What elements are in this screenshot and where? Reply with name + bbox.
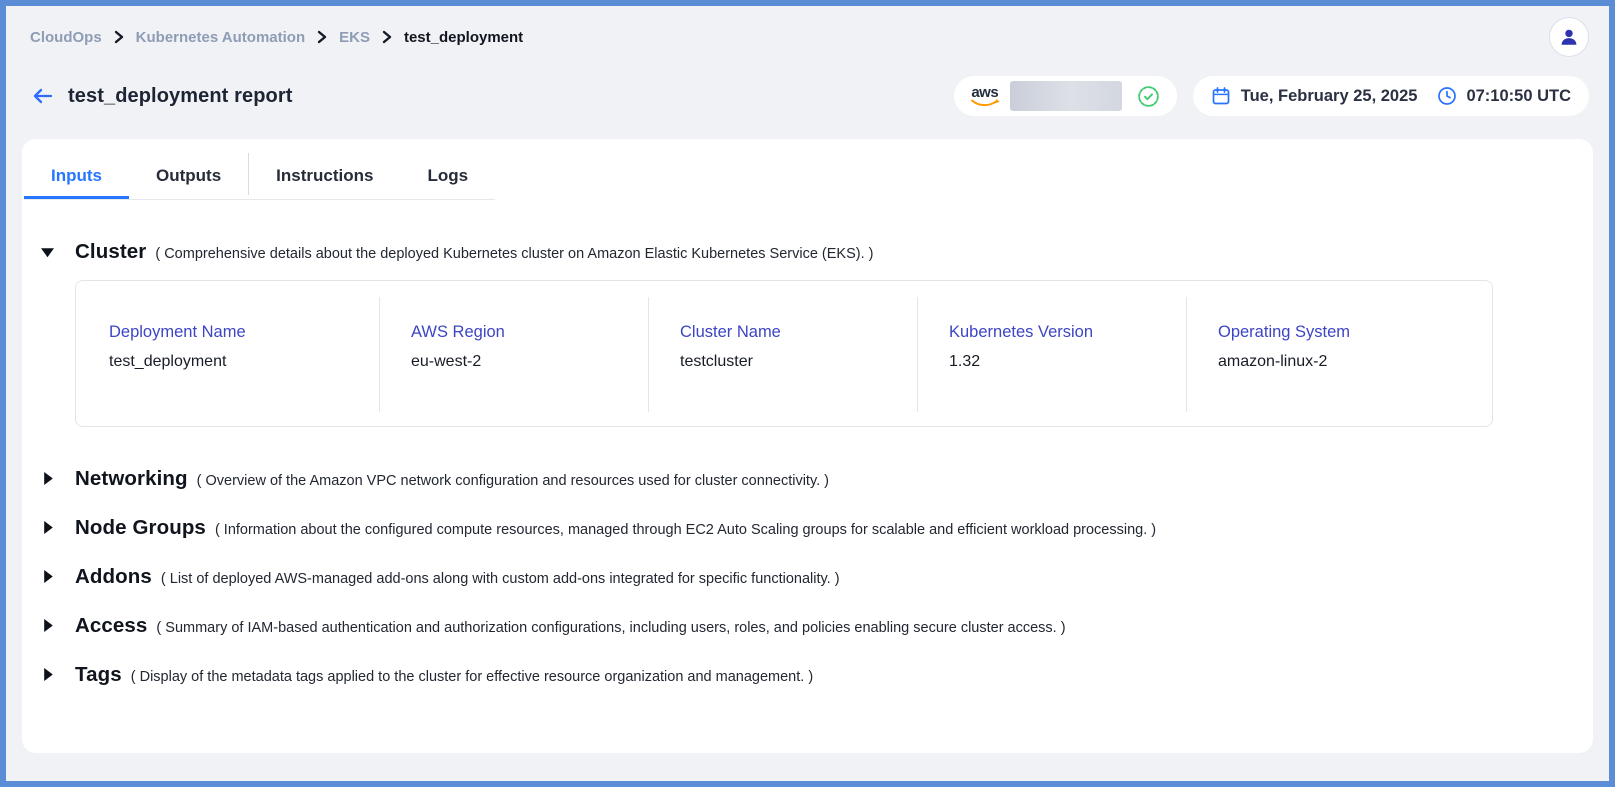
section-title: Tags	[75, 663, 122, 687]
tab-bar: Inputs Outputs Instructions Logs	[24, 149, 495, 200]
report-header: test_deployment report aws	[6, 76, 1609, 116]
collapsed-sections: Networking ( Overview of the Amazon VPC …	[40, 454, 1593, 699]
user-avatar[interactable]	[1549, 17, 1589, 57]
caret-right-icon[interactable]	[40, 569, 55, 584]
section-row-node-groups: Node Groups ( Information about the conf…	[40, 503, 1593, 552]
breadcrumb-item-eks[interactable]: EKS	[339, 29, 370, 46]
account-id-redacted	[1010, 81, 1122, 111]
caret-down-icon[interactable]	[40, 247, 55, 258]
caret-right-icon[interactable]	[40, 618, 55, 633]
tab-inputs[interactable]: Inputs	[24, 149, 129, 199]
field-label: AWS Region	[411, 323, 648, 342]
section-header-cluster[interactable]: Cluster ( Comprehensive details about th…	[40, 240, 1593, 264]
clock-icon	[1437, 86, 1457, 106]
tab-instructions[interactable]: Instructions	[249, 149, 400, 199]
section-header-tags[interactable]: Tags ( Display of the metadata tags appl…	[40, 663, 1593, 687]
app-window: CloudOps Kubernetes Automation EKS test_…	[0, 0, 1615, 787]
field-value: testcluster	[680, 353, 917, 371]
section-header-networking[interactable]: Networking ( Overview of the Amazon VPC …	[40, 467, 1593, 491]
section-row-networking: Networking ( Overview of the Amazon VPC …	[40, 454, 1593, 503]
section-row-access: Access ( Summary of IAM-based authentica…	[40, 601, 1593, 650]
section-row-tags: Tags ( Display of the metadata tags appl…	[40, 650, 1593, 699]
caret-right-icon[interactable]	[40, 667, 55, 682]
datetime-badge: Tue, February 25, 2025 07:10:50 UTC	[1193, 76, 1589, 116]
top-bar: CloudOps Kubernetes Automation EKS test_…	[6, 6, 1609, 58]
section-description: ( Information about the configured compu…	[215, 522, 1156, 538]
section-title: Addons	[75, 565, 152, 589]
breadcrumb-item-cloudops[interactable]: CloudOps	[30, 29, 102, 46]
field-value: test_deployment	[109, 353, 379, 371]
field-label: Kubernetes Version	[949, 323, 1186, 342]
page-title: test_deployment report	[68, 85, 292, 108]
field-label: Cluster Name	[680, 323, 917, 342]
cluster-field-aws-region: AWS Region eu-west-2	[380, 281, 648, 426]
cluster-details-card: Deployment Name test_deployment AWS Regi…	[75, 280, 1493, 427]
caret-right-icon[interactable]	[40, 471, 55, 486]
field-value: 1.32	[949, 353, 1186, 371]
section-description: ( Overview of the Amazon VPC network con…	[197, 473, 829, 489]
cluster-field-deployment-name: Deployment Name test_deployment	[76, 281, 379, 426]
section-description: ( List of deployed AWS-managed add-ons a…	[161, 571, 840, 587]
section-header-addons[interactable]: Addons ( List of deployed AWS-managed ad…	[40, 565, 1593, 589]
back-arrow-icon[interactable]	[30, 86, 54, 106]
field-label: Deployment Name	[109, 323, 379, 342]
time-text: 07:10:50 UTC	[1466, 87, 1571, 106]
tab-logs[interactable]: Logs	[400, 149, 495, 199]
cluster-field-kubernetes-version: Kubernetes Version 1.32	[918, 281, 1186, 426]
breadcrumb-item-kubernetes-automation[interactable]: Kubernetes Automation	[136, 29, 305, 46]
chevron-right-icon	[382, 30, 392, 44]
field-value: eu-west-2	[411, 353, 648, 371]
aws-logo-icon: aws	[970, 86, 1000, 108]
section-title: Networking	[75, 467, 188, 491]
cluster-field-operating-system: Operating System amazon-linux-2	[1187, 281, 1455, 426]
chevron-right-icon	[114, 30, 124, 44]
breadcrumb-item-current: test_deployment	[404, 29, 523, 46]
cluster-field-cluster-name: Cluster Name testcluster	[649, 281, 917, 426]
calendar-icon	[1211, 86, 1231, 106]
chevron-right-icon	[317, 30, 327, 44]
section-description: ( Summary of IAM-based authentication an…	[156, 620, 1065, 636]
person-icon	[1558, 26, 1580, 48]
aws-account-badge: aws	[954, 76, 1177, 116]
verified-check-icon	[1136, 84, 1161, 109]
section-row-addons: Addons ( List of deployed AWS-managed ad…	[40, 552, 1593, 601]
section-description: ( Comprehensive details about the deploy…	[155, 246, 873, 262]
field-value: amazon-linux-2	[1218, 353, 1455, 371]
section-title: Access	[75, 614, 147, 638]
tab-outputs[interactable]: Outputs	[129, 149, 248, 199]
section-title: Node Groups	[75, 516, 206, 540]
sections-list: Cluster ( Comprehensive details about th…	[22, 240, 1593, 699]
caret-right-icon[interactable]	[40, 520, 55, 535]
date-text: Tue, February 25, 2025	[1241, 87, 1418, 106]
report-card: Inputs Outputs Instructions Logs Cluster…	[22, 139, 1593, 753]
section-description: ( Display of the metadata tags applied t…	[131, 669, 813, 685]
breadcrumb: CloudOps Kubernetes Automation EKS test_…	[30, 29, 523, 46]
section-title: Cluster	[75, 240, 146, 264]
section-header-node-groups[interactable]: Node Groups ( Information about the conf…	[40, 516, 1593, 540]
section-header-access[interactable]: Access ( Summary of IAM-based authentica…	[40, 614, 1593, 638]
field-label: Operating System	[1218, 323, 1455, 342]
